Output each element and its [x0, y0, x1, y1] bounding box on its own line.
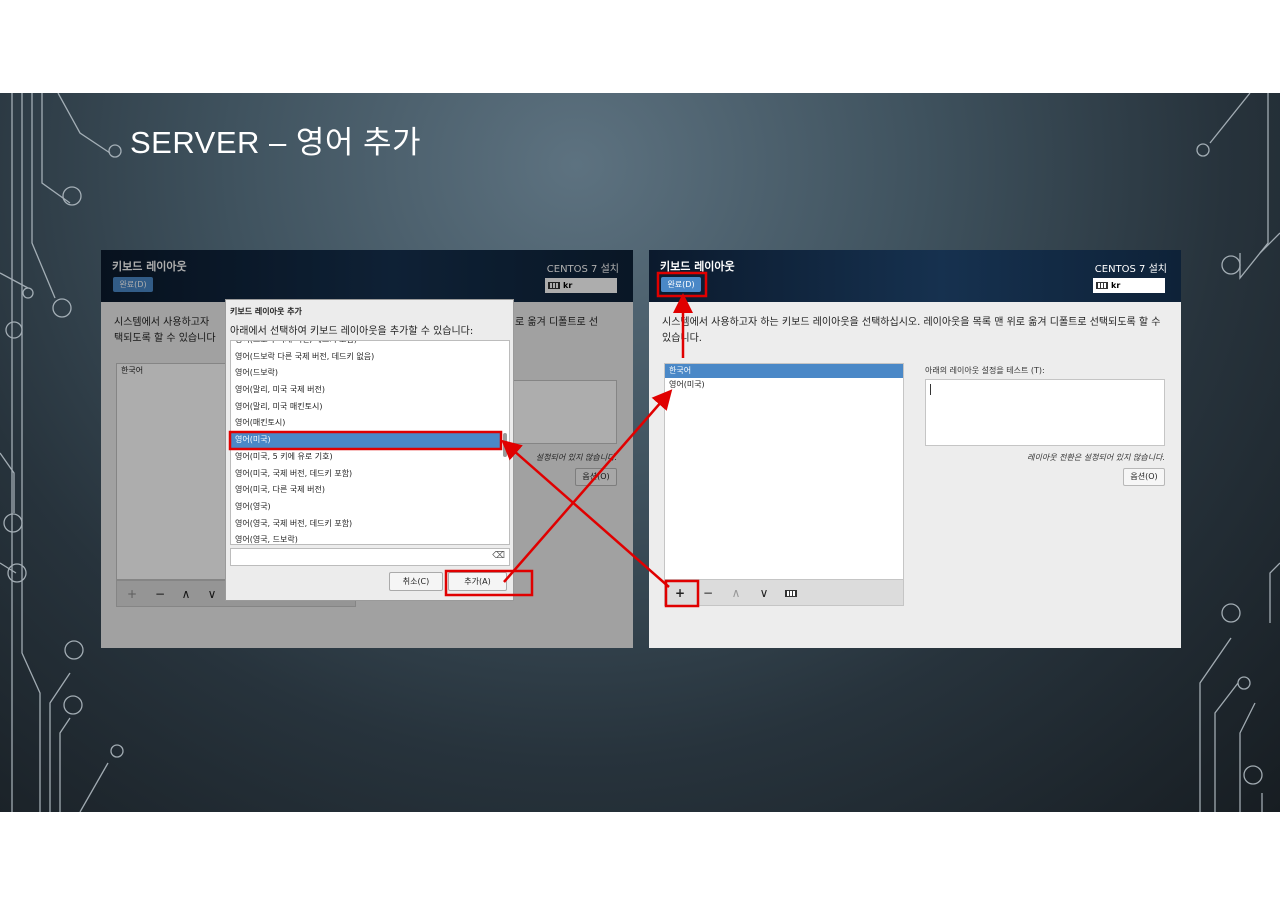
dialog-layout-item[interactable]: 영어(미국, 5 키에 유로 기호) [231, 449, 501, 466]
dialog-layout-item[interactable]: 영어(말리, 미국 매킨토시) [231, 399, 501, 416]
dialog-layout-item[interactable]: 영어(말리, 미국 국제 버전) [231, 382, 501, 399]
installer-content: 시스템에서 사용하고자 하는 키보드 레이아웃을 선택하십시오. 레이아웃을 목… [649, 302, 1181, 648]
move-up-button[interactable]: ∧ [725, 584, 747, 602]
test-input[interactable] [925, 379, 1165, 446]
dialog-scrollbar[interactable] [503, 433, 507, 457]
keyboard-icon [784, 590, 797, 597]
add-layout-button[interactable]: + [669, 584, 691, 602]
dialog-layout-item[interactable]: 영어(미국, 다른 국제 버전) [231, 482, 501, 499]
dialog-layout-item[interactable]: 영어(영국, 드보락) [231, 532, 501, 544]
done-button[interactable]: 완료(D) [661, 277, 701, 292]
dialog-layout-list[interactable]: 영어(드보락 국제 버전, 데드키 포함)영어(드보락 다른 국제 버전, 데드… [230, 340, 510, 545]
add-layout-dialog: 키보드 레이아웃 추가 아래에서 선택하여 키보드 레이아웃을 추가할 수 있습… [225, 299, 514, 601]
move-down-button[interactable]: ∨ [753, 584, 775, 602]
installer-header: 키보드 레이아웃 완료(D) CENTOS 7 설치 kr [649, 250, 1181, 302]
layout-item-selected[interactable]: 한국어 [665, 364, 903, 378]
right-installer-screenshot: 키보드 레이아웃 완료(D) CENTOS 7 설치 kr 시스템에서 사용하고… [649, 250, 1181, 648]
keyboard-preview-button[interactable] [781, 584, 803, 602]
layout-toolbar: + − ∧ ∨ [664, 579, 904, 606]
keyboard-icon [1096, 282, 1108, 289]
remove-layout-button[interactable]: − [697, 584, 719, 602]
description: 시스템에서 사용하고자 하는 키보드 레이아웃을 선택하십시오. 레이아웃을 목… [662, 317, 1161, 344]
slide-title: SERVER – 영어 추가 [130, 125, 422, 160]
clear-icon[interactable]: ⌫ [492, 551, 505, 561]
layout-switch-note: 레이아웃 전환은 설정되어 있지 않습니다. [1027, 453, 1165, 462]
cancel-button[interactable]: 취소(C) [389, 572, 443, 591]
os-title: CENTOS 7 설치 [1094, 264, 1167, 275]
dialog-layout-item[interactable]: 영어(영국, 국제 버전, 데드키 포함) [231, 516, 501, 533]
options-button[interactable]: 옵션(O) [1123, 468, 1165, 486]
header-title: 키보드 레이아웃 [660, 260, 735, 273]
keyboard-indicator-label: kr [1111, 281, 1121, 290]
dialog-layout-item-selected[interactable]: 영어(미국) [231, 432, 501, 449]
dialog-layout-item[interactable]: 영어(영국) [231, 499, 501, 516]
test-label: 아래의 레이아웃 설정을 테스트 (T): [925, 366, 1045, 375]
layout-list[interactable]: 한국어 영어(미국) [664, 363, 904, 580]
dialog-layout-item[interactable]: 영어(드보락 국제 버전, 데드키 포함) [231, 341, 501, 349]
layout-item[interactable]: 영어(미국) [665, 378, 903, 392]
keyboard-indicator: kr [1093, 278, 1165, 293]
dialog-layout-item[interactable]: 영어(미국, 국제 버전, 데드키 포함) [231, 466, 501, 483]
dialog-search-input[interactable]: ⌫ [230, 548, 510, 566]
dialog-subtitle: 아래에서 선택하여 키보드 레이아웃을 추가할 수 있습니다: [230, 326, 474, 337]
dialog-layout-item[interactable]: 영어(드보락) [231, 365, 501, 382]
dialog-layout-items: 영어(드보락 국제 버전, 데드키 포함)영어(드보락 다른 국제 버전, 데드… [231, 341, 501, 544]
text-caret [930, 384, 931, 395]
add-button[interactable]: 추가(A) [448, 572, 507, 591]
dialog-layout-item[interactable]: 영어(드보락 다른 국제 버전, 데드키 없음) [231, 349, 501, 366]
dialog-title: 키보드 레이아웃 추가 [230, 307, 302, 316]
dialog-layout-item[interactable]: 영어(매킨토시) [231, 415, 501, 432]
